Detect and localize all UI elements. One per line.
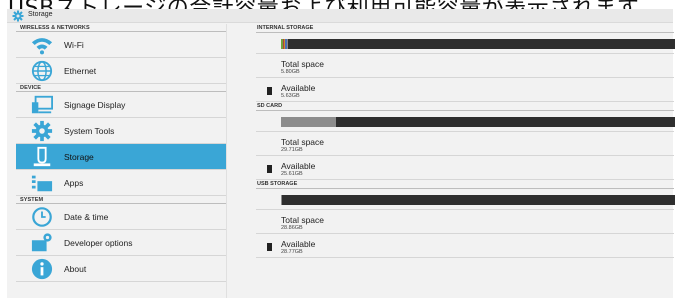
- usage-bar-row: [256, 111, 675, 132]
- total-space-value: 5.80GB: [281, 69, 300, 75]
- usage-bar-row: [256, 189, 675, 210]
- total-space-label: Total space: [281, 137, 324, 147]
- available-value: 5.63GB: [281, 93, 300, 99]
- section-header-wireless: WIRELESS & NETWORKS: [16, 24, 226, 32]
- usage-segment: [286, 39, 289, 49]
- sidebar-item-label: Storage: [64, 152, 94, 162]
- available-swatch: [267, 165, 272, 173]
- storage-icon: [33, 146, 51, 167]
- section-header-device: DEVICE: [16, 84, 226, 92]
- pane-divider: [226, 24, 227, 298]
- info-icon: [31, 258, 53, 280]
- sidebar-item-label: Date & time: [64, 212, 109, 222]
- available-label: Available: [281, 239, 316, 249]
- available-swatch: [267, 243, 272, 251]
- available-label: Available: [281, 161, 316, 171]
- usage-bar: [281, 39, 675, 49]
- sidebar-item-wifi[interactable]: Wi-Fi: [16, 32, 226, 58]
- sidebar-item-developer-options[interactable]: Developer options: [16, 230, 226, 256]
- total-space-value: 28.86GB: [281, 225, 303, 231]
- settings-sidebar: WIRELESS & NETWORKS Wi-Fi Ethernet DEVIC…: [16, 24, 226, 298]
- sidebar-item-date-time[interactable]: Date & time: [16, 204, 226, 230]
- sidebar-item-label: Wi-Fi: [64, 40, 84, 50]
- sidebar-item-label: About: [64, 264, 87, 274]
- total-space-row[interactable]: Total space 5.80GB: [256, 54, 674, 78]
- developer-icon: [31, 233, 52, 252]
- usage-segment: [281, 195, 283, 205]
- sidebar-item-apps[interactable]: Apps: [16, 170, 226, 196]
- available-value: 28.77GB: [281, 249, 303, 255]
- sidebar-item-ethernet[interactable]: Ethernet: [16, 58, 226, 84]
- usage-bar: [281, 117, 675, 127]
- settings-window: Storage WIRELESS & NETWORKS Wi-Fi Ethern…: [7, 9, 675, 298]
- usage-bar-row: [256, 33, 675, 54]
- globe-icon: [31, 60, 53, 82]
- available-label: Available: [281, 83, 316, 93]
- section-header-system: SYSTEM: [16, 196, 226, 204]
- action-bar: Storage: [7, 9, 673, 23]
- available-swatch: [267, 87, 272, 95]
- sidebar-item-storage[interactable]: Storage: [16, 144, 226, 170]
- sidebar-item-label: Signage Display: [64, 100, 126, 110]
- total-space-row[interactable]: Total space 29.71GB: [256, 132, 674, 156]
- usage-bar: [281, 195, 675, 205]
- sidebar-item-label: Ethernet: [64, 66, 97, 76]
- apps-icon: [31, 175, 53, 192]
- available-row[interactable]: Available 25.61GB: [256, 156, 674, 180]
- total-space-value: 29.71GB: [281, 147, 303, 153]
- gear-icon: [12, 10, 24, 22]
- sidebar-item-label: Apps: [64, 178, 84, 188]
- monitor-icon: [31, 95, 53, 114]
- action-bar-title: Storage: [28, 11, 53, 18]
- available-row[interactable]: Available 5.63GB: [256, 78, 674, 102]
- sidebar-item-label: System Tools: [64, 126, 115, 136]
- sidebar-item-label: Developer options: [64, 238, 133, 248]
- sidebar-item-about[interactable]: About: [16, 256, 226, 282]
- storage-panel: INTERNAL STORAGE Total space 5.80GB Avai…: [256, 24, 675, 298]
- available-value: 25.61GB: [281, 171, 303, 177]
- gear-icon: [31, 120, 53, 142]
- clock-icon: [32, 207, 52, 227]
- usage-segment: [281, 117, 336, 127]
- section-header-internal-storage: INTERNAL STORAGE: [256, 24, 674, 33]
- total-space-row[interactable]: Total space 28.86GB: [256, 210, 674, 234]
- total-space-label: Total space: [281, 215, 324, 225]
- available-row[interactable]: Available 28.77GB: [256, 234, 674, 258]
- section-header-usb-storage: USB STORAGE: [256, 180, 674, 189]
- section-header-sd-card: SD CARD: [256, 102, 674, 111]
- wifi-icon: [31, 38, 53, 55]
- sidebar-item-system-tools[interactable]: System Tools: [16, 118, 226, 144]
- sidebar-item-signage-display[interactable]: Signage Display: [16, 92, 226, 118]
- total-space-label: Total space: [281, 59, 324, 69]
